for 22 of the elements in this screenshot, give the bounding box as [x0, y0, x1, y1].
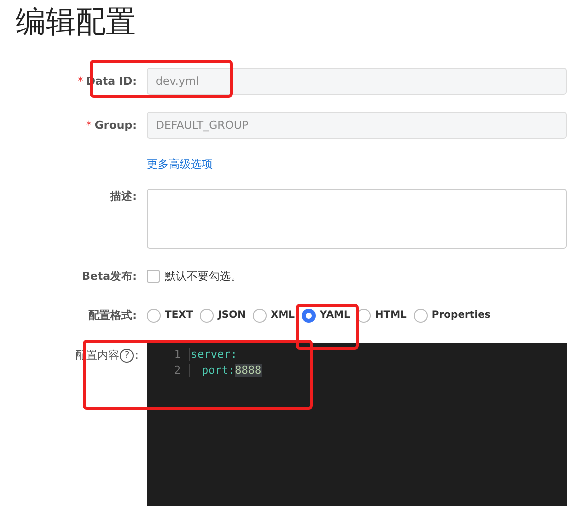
- field-label: Group:: [94, 119, 137, 132]
- field-label: 描述:: [110, 189, 137, 204]
- field-label: Beta发布:: [82, 269, 137, 284]
- help-icon[interactable]: ?: [120, 348, 134, 362]
- radio-label[interactable]: Properties: [432, 310, 491, 321]
- required-mark: *: [86, 119, 92, 132]
- field-label: 配置格式:: [88, 308, 137, 323]
- radio-label[interactable]: YAML: [320, 310, 350, 321]
- code-line: server:: [189, 348, 238, 360]
- label-colon: :: [135, 349, 139, 362]
- more-options-link[interactable]: 更多高级选项: [147, 157, 213, 172]
- line-number: 1: [173, 348, 182, 360]
- line-number: 2: [173, 364, 182, 376]
- radio-label[interactable]: TEXT: [165, 310, 194, 321]
- page-title: 编辑配置: [15, 4, 137, 42]
- radio-label[interactable]: XML: [270, 310, 296, 321]
- checkbox-label: 默认不要勾选。: [165, 269, 242, 284]
- code-editor[interactable]: 1 server: 2 port:8888: [147, 343, 567, 506]
- radio-label[interactable]: JSON: [218, 310, 246, 321]
- radio-label[interactable]: HTML: [375, 310, 407, 321]
- code-line: port:8888: [189, 364, 262, 376]
- required-mark: *: [78, 75, 84, 88]
